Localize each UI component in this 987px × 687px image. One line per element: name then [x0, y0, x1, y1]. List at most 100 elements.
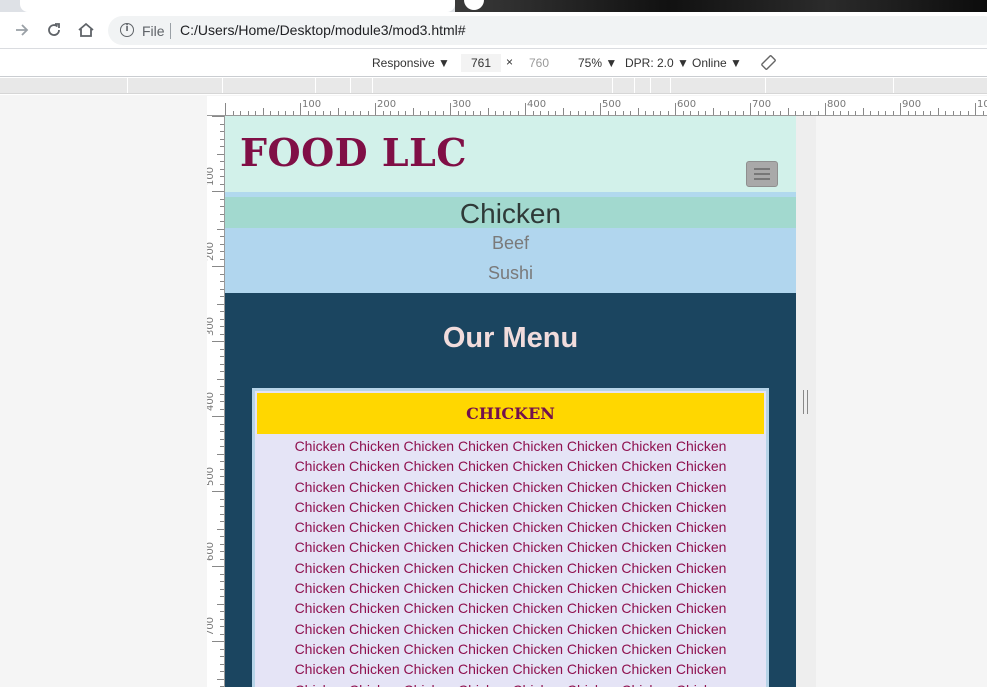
- ruler-tick: [495, 111, 496, 115]
- ruler-tick: [360, 111, 361, 115]
- ruler-tick: [735, 111, 736, 115]
- ruler-tick: [705, 111, 706, 115]
- ruler-tick: [240, 111, 241, 115]
- ruler-tick: [220, 333, 224, 335]
- reload-button[interactable]: [42, 18, 66, 42]
- ruler-tick: [217, 153, 224, 155]
- ruler-tick: [517, 111, 519, 115]
- ruler-tick: [220, 573, 224, 575]
- ruler-label: 200: [207, 241, 217, 262]
- ruler-tick: [220, 318, 224, 320]
- ruler-tick: [465, 111, 466, 115]
- zoom-select[interactable]: 75% ▼: [578, 56, 617, 70]
- ruler-tick: [570, 111, 571, 115]
- card-text-line: Chicken Chicken Chicken Chicken Chicken …: [294, 458, 727, 475]
- ruler-tick: [502, 111, 504, 115]
- nav-item-sushi[interactable]: Sushi: [225, 263, 796, 284]
- ruler-tick: [220, 483, 224, 485]
- media-query-divider: [127, 78, 128, 93]
- nav-item-chicken[interactable]: Chicken: [225, 197, 796, 229]
- ruler-tick: [220, 273, 224, 275]
- menu-heading: Our Menu: [442, 322, 579, 354]
- resize-handle[interactable]: [803, 390, 808, 414]
- ruler-tick: [220, 206, 224, 207]
- media-query-divider: [372, 78, 373, 93]
- ruler-tick: [212, 491, 224, 492]
- ruler-tick: [690, 111, 691, 115]
- ruler-tick: [840, 111, 841, 115]
- ruler-tick: [382, 111, 384, 115]
- ruler-tick: [405, 111, 406, 115]
- ruler-tick: [220, 461, 224, 462]
- ruler-label: 10: [977, 99, 987, 110]
- ruler-label: 600: [677, 99, 697, 110]
- ruler-tick: [427, 111, 429, 115]
- nav-collapsed-list: Beef Sushi: [225, 228, 796, 293]
- ruler-tick: [220, 296, 224, 297]
- ruler-tick: [220, 236, 224, 237]
- ruler-tick: [247, 111, 249, 115]
- ruler-tick: [220, 618, 224, 620]
- network-throttle-select[interactable]: Online ▼: [692, 56, 742, 70]
- ruler-tick: [397, 111, 399, 115]
- card-text-line: Chicken Chicken Chicken Chicken Chicken …: [294, 661, 727, 678]
- menu-card-chicken: CHICKEN Chicken Chicken Chicken Chicken …: [252, 388, 769, 687]
- dimension-separator: ×: [506, 55, 514, 69]
- active-tab[interactable]: [20, 0, 455, 12]
- ruler-tick: [637, 108, 639, 115]
- site-logo[interactable]: FOOD LLC: [240, 130, 467, 175]
- rotate-icon[interactable]: [761, 55, 776, 70]
- ruler-tick: [220, 221, 224, 222]
- vertical-ruler: 100 200 300 400 500 600 700: [207, 116, 225, 687]
- ruler-tick: [562, 108, 564, 115]
- info-icon[interactable]: i: [120, 23, 134, 37]
- ruler-tick: [742, 111, 744, 115]
- ruler-tick: [220, 656, 224, 657]
- dpr-select[interactable]: DPR: 2.0 ▼: [625, 56, 689, 70]
- forward-button[interactable]: [10, 18, 34, 42]
- ruler-tick: [795, 111, 796, 115]
- ruler-label: 400: [527, 99, 547, 110]
- ruler-tick: [540, 111, 541, 115]
- ruler-tick: [220, 251, 224, 252]
- viewport-width-input[interactable]: 761: [461, 54, 501, 72]
- media-query-divider: [350, 78, 351, 93]
- media-query-divider: [315, 78, 316, 93]
- ruler-tick: [212, 266, 224, 267]
- ruler-tick: [412, 108, 414, 115]
- ruler-tick: [322, 111, 324, 115]
- ruler-tick: [217, 603, 224, 605]
- ruler-tick: [262, 108, 264, 115]
- ruler-tick: [772, 111, 774, 115]
- horizontal-ruler: 100 200 300 400 500 600 700 800 900 10: [207, 96, 987, 116]
- new-tab-button[interactable]: [464, 0, 484, 10]
- url-text[interactable]: C:/Users/Home/Desktop/module3/mod3.html#: [180, 22, 466, 38]
- media-query-bar: [0, 78, 987, 94]
- ruler-tick: [960, 111, 961, 115]
- ruler-tick: [220, 663, 224, 665]
- card-text-line: Chicken Chicken Chicken Chicken Chicken …: [294, 478, 727, 495]
- ruler-tick: [577, 111, 579, 115]
- ruler-tick: [975, 103, 976, 115]
- card-text-line: Chicken Chicken Chicken Chicken Chicken …: [294, 620, 727, 637]
- ruler-label: 700: [207, 616, 217, 637]
- ruler-tick: [220, 476, 224, 477]
- ruler-tick: [220, 513, 224, 515]
- home-button[interactable]: [74, 18, 98, 42]
- ruler-label: 600: [207, 541, 217, 562]
- viewport-height-input[interactable]: 760: [519, 54, 559, 72]
- ruler-tick: [630, 111, 631, 115]
- omnibox-divider: [170, 23, 171, 39]
- ruler-tick: [212, 116, 224, 117]
- menu-toggle-button[interactable]: [746, 161, 778, 187]
- ruler-tick: [220, 468, 224, 470]
- ruler-tick: [220, 408, 224, 410]
- device-mode-select[interactable]: Responsive ▼: [372, 56, 450, 70]
- ruler-tick: [780, 111, 781, 115]
- media-query-divider: [634, 78, 635, 93]
- address-bar[interactable]: i File C:/Users/Home/Desktop/module3/mod…: [108, 16, 987, 45]
- ruler-tick: [855, 111, 856, 115]
- home-icon: [78, 22, 94, 37]
- nav-item-beef[interactable]: Beef: [225, 233, 796, 254]
- ruler-tick: [212, 341, 224, 342]
